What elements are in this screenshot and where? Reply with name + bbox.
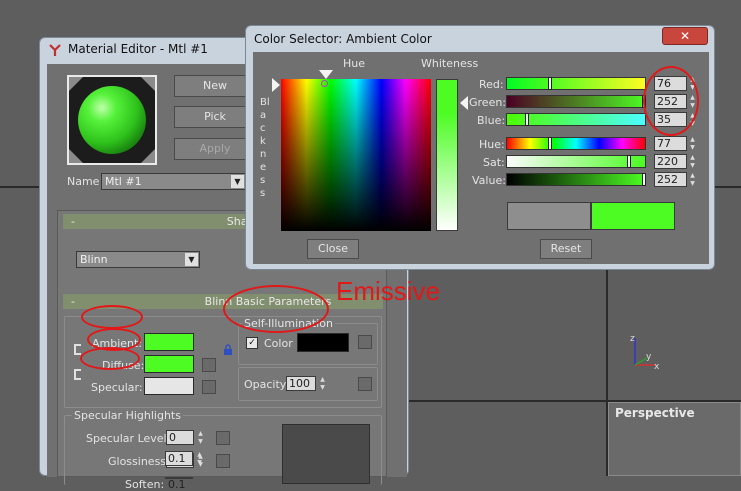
specular-swatch[interactable] bbox=[144, 377, 194, 395]
specular-label: Specular: bbox=[91, 381, 143, 394]
sat-spinner[interactable]: ▲ ▼ bbox=[688, 154, 697, 169]
sample-slot-corner-bl bbox=[69, 149, 83, 163]
opacity-input[interactable]: 100 bbox=[286, 376, 316, 391]
blackness-label: Blackness bbox=[260, 97, 270, 199]
annotation-self-illum-circle bbox=[223, 285, 329, 333]
material-sphere bbox=[78, 86, 146, 154]
name-field-value: Mtl #1 bbox=[105, 175, 142, 188]
new-button[interactable]: New bbox=[174, 75, 256, 97]
name-label: Name bbox=[67, 175, 100, 188]
ambient-swatch[interactable] bbox=[144, 333, 194, 351]
current-color-preview bbox=[591, 202, 675, 230]
axis-y-label: y bbox=[646, 352, 652, 362]
sample-slot-corner-tl bbox=[69, 77, 83, 91]
specular-level-label: Specular Level: bbox=[86, 432, 171, 445]
color-picker-crosshair-icon bbox=[321, 80, 328, 87]
blackness-pointer-icon[interactable] bbox=[272, 78, 280, 92]
hue-pointer-icon[interactable] bbox=[319, 70, 333, 79]
sample-slot-corner-br bbox=[141, 149, 155, 163]
self-illum-color-label: Color bbox=[264, 337, 293, 350]
soften-field[interactable]: 0.1 bbox=[165, 451, 193, 466]
whiteness-label: Whiteness bbox=[421, 57, 479, 70]
blue-slider-thumb[interactable] bbox=[525, 113, 529, 126]
color-selector-client: Hue Whiteness Blackness Red: 76 ▲ ▼ Green… bbox=[253, 52, 709, 264]
red-label: Red: bbox=[479, 78, 504, 91]
hue-spinner[interactable]: ▲ ▼ bbox=[688, 136, 697, 151]
annotation-emissive-label: Emissive bbox=[336, 276, 441, 306]
red-slider-thumb[interactable] bbox=[548, 77, 552, 90]
annotation-rgb-values-circle bbox=[643, 66, 699, 136]
self-illum-map-button[interactable] bbox=[358, 335, 372, 349]
axis-z-label: z bbox=[630, 334, 635, 344]
specular-level-spinner[interactable]: ▲ ▼ bbox=[196, 430, 205, 445]
perspective-label: Perspective bbox=[615, 406, 695, 420]
value-slider-thumb[interactable] bbox=[642, 173, 646, 186]
pick-button[interactable]: Pick bbox=[174, 106, 256, 128]
material-editor-title: Material Editor - Mtl #1 bbox=[68, 42, 208, 56]
self-illum-swatch[interactable] bbox=[297, 333, 349, 352]
hue-slider[interactable] bbox=[506, 137, 646, 150]
hue-slider-thumb[interactable] bbox=[548, 137, 552, 150]
specular-highlights-label: Specular Highlights bbox=[72, 409, 183, 422]
glossiness-label: Glossiness: bbox=[108, 455, 170, 468]
original-color-preview[interactable] bbox=[507, 202, 591, 230]
self-illum-color-checkbox[interactable]: ✓ bbox=[246, 337, 258, 349]
hue-label: Hue bbox=[343, 57, 366, 70]
shader-rollup-collapse: - bbox=[71, 215, 75, 228]
close-window-button[interactable]: ✕ bbox=[662, 27, 708, 45]
shader-dropdown-arrow-icon: ▼ bbox=[185, 253, 198, 266]
sat-label: Sat: bbox=[483, 156, 505, 169]
hue-slider-label: Hue: bbox=[479, 138, 505, 151]
blue-label: Blue: bbox=[477, 114, 506, 127]
opacity-label: Opacity: bbox=[244, 378, 290, 391]
soften-spinner[interactable]: ▲ ▼ bbox=[195, 451, 204, 466]
reset-button[interactable]: Reset bbox=[540, 239, 592, 259]
value-spinner[interactable]: ▲ ▼ bbox=[688, 172, 697, 187]
sat-slider-thumb[interactable] bbox=[627, 155, 631, 168]
name-field[interactable]: Mtl #1 ▼ bbox=[101, 173, 246, 190]
hue-input[interactable]: 77 bbox=[654, 136, 687, 151]
shader-dropdown[interactable]: Blinn ▼ bbox=[76, 251, 200, 268]
value-input[interactable]: 252 bbox=[654, 172, 687, 187]
value-label: Value: bbox=[472, 174, 506, 187]
green-label: Green: bbox=[469, 96, 507, 109]
green-slider[interactable] bbox=[506, 95, 646, 108]
specular-level-input[interactable]: 0 bbox=[166, 430, 194, 445]
apply-button[interactable]: Apply bbox=[174, 138, 256, 160]
annotation-ambient-circle bbox=[81, 305, 143, 329]
whiteness-pointer-icon[interactable] bbox=[460, 96, 468, 110]
color-selector-title: Color Selector: Ambient Color bbox=[254, 32, 432, 46]
opacity-spinner[interactable]: ▲ ▼ bbox=[318, 376, 327, 391]
specular-level-map-button[interactable] bbox=[216, 431, 230, 445]
color-selector-window: Color Selector: Ambient Color ✕ Hue Whit… bbox=[245, 25, 715, 270]
value-slider[interactable] bbox=[506, 173, 646, 186]
annotation-specular-circle bbox=[80, 347, 140, 370]
opacity-map-button[interactable] bbox=[358, 377, 372, 391]
lock-bracket-bottom-icon[interactable] bbox=[74, 369, 81, 380]
sample-slot-corner-tr bbox=[141, 77, 155, 91]
highlight-curve-display bbox=[282, 424, 370, 484]
soften-label: Soften: bbox=[125, 478, 165, 491]
soften-input[interactable]: 0.1 bbox=[165, 477, 193, 491]
shader-dropdown-value: Blinn bbox=[80, 253, 108, 266]
whiteness-bar[interactable] bbox=[436, 79, 458, 231]
lock-bracket-top-icon[interactable] bbox=[74, 344, 81, 355]
hue-blackness-field[interactable] bbox=[281, 79, 431, 231]
lock-icon[interactable] bbox=[223, 344, 233, 356]
blue-slider[interactable] bbox=[506, 113, 646, 126]
glossiness-map-button[interactable] bbox=[216, 454, 230, 468]
specular-map-button[interactable] bbox=[202, 380, 216, 394]
sample-slot[interactable] bbox=[67, 75, 157, 165]
axis-x-label: x bbox=[654, 362, 660, 372]
red-slider[interactable] bbox=[506, 77, 646, 90]
name-dropdown-arrow-icon[interactable]: ▼ bbox=[231, 175, 244, 188]
sat-slider[interactable] bbox=[506, 155, 646, 168]
perspective-viewport[interactable]: Perspective bbox=[608, 402, 741, 476]
diffuse-map-button[interactable] bbox=[202, 358, 216, 372]
close-button[interactable]: Close bbox=[307, 239, 359, 259]
sat-input[interactable]: 220 bbox=[654, 154, 687, 169]
diffuse-swatch[interactable] bbox=[144, 355, 194, 373]
app-logo-icon bbox=[49, 44, 61, 56]
blinn-rollup-collapse: - bbox=[71, 295, 75, 308]
